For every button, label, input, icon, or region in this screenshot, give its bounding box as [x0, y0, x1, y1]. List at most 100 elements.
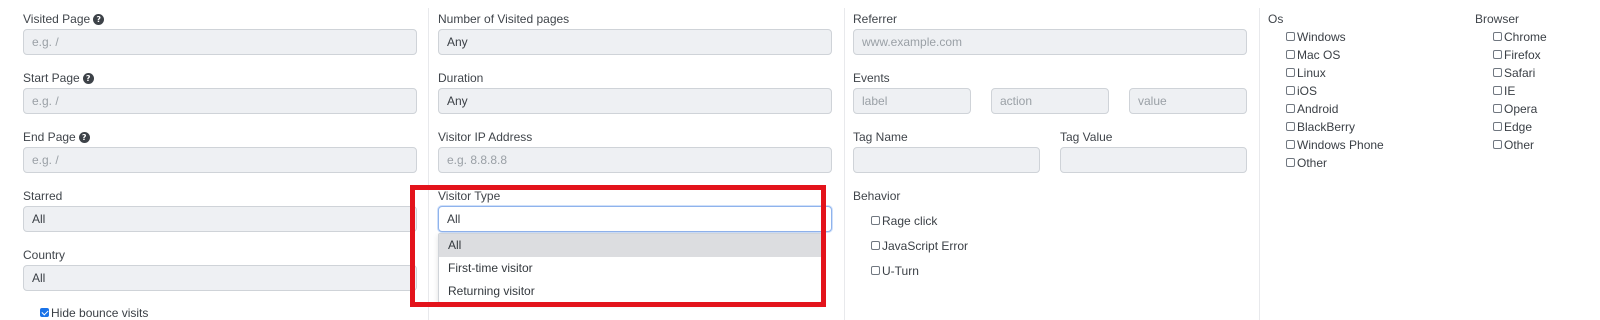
- os-option-windows-phone[interactable]: Windows Phone: [1286, 138, 1384, 152]
- visitor-type-option-returning[interactable]: Returning visitor: [439, 280, 821, 302]
- browser-option-label: IE: [1504, 84, 1516, 98]
- os-label: Os: [1268, 12, 1284, 26]
- checkbox-icon[interactable]: [1286, 68, 1295, 78]
- behavior-option-rage-click[interactable]: Rage click: [871, 214, 937, 228]
- number-of-visited-pages-select[interactable]: Any: [438, 29, 832, 55]
- checkbox-icon[interactable]: [1493, 68, 1502, 78]
- hide-bounce-visits-option[interactable]: Hide bounce visits: [40, 306, 148, 320]
- checkbox-icon[interactable]: [1493, 32, 1502, 42]
- checkbox-checked-icon[interactable]: [40, 308, 49, 318]
- checkbox-icon[interactable]: [1493, 140, 1502, 150]
- column-divider: [1259, 8, 1260, 320]
- browser-option-chrome[interactable]: Chrome: [1493, 30, 1547, 44]
- referrer-label: Referrer: [853, 12, 898, 26]
- visited-page-input[interactable]: e.g. /: [23, 29, 417, 55]
- tag-name-input[interactable]: [853, 147, 1040, 173]
- browser-label: Browser: [1475, 12, 1520, 26]
- browser-option-label: Other: [1504, 138, 1535, 152]
- browser-option-other[interactable]: Other: [1493, 138, 1534, 152]
- os-option-ios[interactable]: iOS: [1286, 84, 1317, 98]
- start-page-label: Start Page ?: [23, 71, 94, 85]
- country-select[interactable]: All: [23, 265, 417, 291]
- number-of-visited-pages-label: Number of Visited pages: [438, 12, 570, 26]
- os-option-mac-os[interactable]: Mac OS: [1286, 48, 1340, 62]
- behavior-option-u-turn[interactable]: U-Turn: [871, 264, 919, 278]
- tag-value-input[interactable]: [1060, 147, 1247, 173]
- visitor-ip-input[interactable]: e.g. 8.8.8.8: [438, 147, 832, 173]
- browser-option-firefox[interactable]: Firefox: [1493, 48, 1541, 62]
- visitor-type-option-first-time[interactable]: First-time visitor: [439, 257, 821, 280]
- behavior-option-javascript-error[interactable]: JavaScript Error: [871, 239, 968, 253]
- event-value-input[interactable]: value: [1129, 88, 1247, 114]
- referrer-input[interactable]: www.example.com: [853, 29, 1247, 55]
- column-divider: [844, 8, 845, 320]
- starred-select[interactable]: All: [23, 206, 417, 232]
- os-option-label: Linux: [1297, 66, 1326, 80]
- visitor-type-select[interactable]: All: [438, 206, 832, 232]
- start-page-input[interactable]: e.g. /: [23, 88, 417, 114]
- checkbox-icon[interactable]: [1286, 140, 1295, 150]
- os-option-label: BlackBerry: [1297, 120, 1356, 134]
- start-page-label-text: Start Page: [23, 71, 80, 85]
- browser-option-safari[interactable]: Safari: [1493, 66, 1535, 80]
- checkbox-icon[interactable]: [1286, 86, 1295, 96]
- checkbox-icon[interactable]: [1493, 122, 1502, 132]
- checkbox-icon[interactable]: [871, 216, 880, 226]
- behavior-label: Behavior: [853, 189, 901, 203]
- checkbox-icon[interactable]: [1286, 32, 1295, 42]
- end-page-label-text: End Page: [23, 130, 76, 144]
- visitor-ip-label: Visitor IP Address: [438, 130, 533, 144]
- visited-page-label: Visited Page ?: [23, 12, 105, 26]
- end-page-input[interactable]: e.g. /: [23, 147, 417, 173]
- checkbox-icon[interactable]: [1493, 50, 1502, 60]
- visited-page-label-text: Visited Page: [23, 12, 91, 26]
- browser-option-label: Firefox: [1504, 48, 1541, 62]
- tag-name-label: Tag Name: [853, 130, 908, 144]
- os-option-windows[interactable]: Windows: [1286, 30, 1346, 44]
- os-option-label: iOS: [1297, 84, 1318, 98]
- help-icon[interactable]: ?: [78, 131, 90, 143]
- checkbox-icon[interactable]: [871, 266, 880, 276]
- visitor-type-option-all[interactable]: All: [439, 234, 821, 257]
- tag-value-label: Tag Value: [1060, 130, 1113, 144]
- help-icon[interactable]: ?: [82, 72, 94, 84]
- browser-option-label: Edge: [1504, 120, 1533, 134]
- browser-option-label: Chrome: [1504, 30, 1547, 44]
- os-option-linux[interactable]: Linux: [1286, 66, 1326, 80]
- browser-option-opera[interactable]: Opera: [1493, 102, 1537, 116]
- hide-bounce-visits-label: Hide bounce visits: [51, 306, 149, 320]
- column-divider: [428, 8, 429, 320]
- os-option-label: Mac OS: [1297, 48, 1341, 62]
- duration-select[interactable]: Any: [438, 88, 832, 114]
- browser-option-edge[interactable]: Edge: [1493, 120, 1532, 134]
- os-option-label: Other: [1297, 156, 1328, 170]
- browser-option-ie[interactable]: IE: [1493, 84, 1515, 98]
- checkbox-icon[interactable]: [1286, 104, 1295, 114]
- help-icon[interactable]: ?: [93, 13, 105, 25]
- os-option-label: Windows Phone: [1297, 138, 1384, 152]
- checkbox-icon[interactable]: [1493, 104, 1502, 114]
- events-label: Events: [853, 71, 890, 85]
- checkbox-icon[interactable]: [1286, 122, 1295, 132]
- browser-option-label: Safari: [1504, 66, 1536, 80]
- checkbox-icon[interactable]: [1493, 86, 1502, 96]
- browser-option-label: Opera: [1504, 102, 1538, 116]
- duration-label: Duration: [438, 71, 484, 85]
- country-label: Country: [23, 248, 66, 262]
- os-option-android[interactable]: Android: [1286, 102, 1338, 116]
- checkbox-icon[interactable]: [871, 241, 880, 251]
- event-label-input[interactable]: label: [853, 88, 971, 114]
- os-option-blackberry[interactable]: BlackBerry: [1286, 120, 1355, 134]
- visitor-type-dropdown-menu: All First-time visitor Returning visitor: [438, 233, 822, 303]
- os-option-other[interactable]: Other: [1286, 156, 1327, 170]
- os-option-label: Android: [1297, 102, 1339, 116]
- behavior-option-label: JavaScript Error: [882, 239, 969, 253]
- os-option-label: Windows: [1297, 30, 1346, 44]
- visitor-type-label: Visitor Type: [438, 189, 501, 203]
- checkbox-icon[interactable]: [1286, 158, 1295, 168]
- event-action-input[interactable]: action: [991, 88, 1109, 114]
- end-page-label: End Page ?: [23, 130, 90, 144]
- behavior-option-label: U-Turn: [882, 264, 919, 278]
- starred-label: Starred: [23, 189, 63, 203]
- checkbox-icon[interactable]: [1286, 50, 1295, 60]
